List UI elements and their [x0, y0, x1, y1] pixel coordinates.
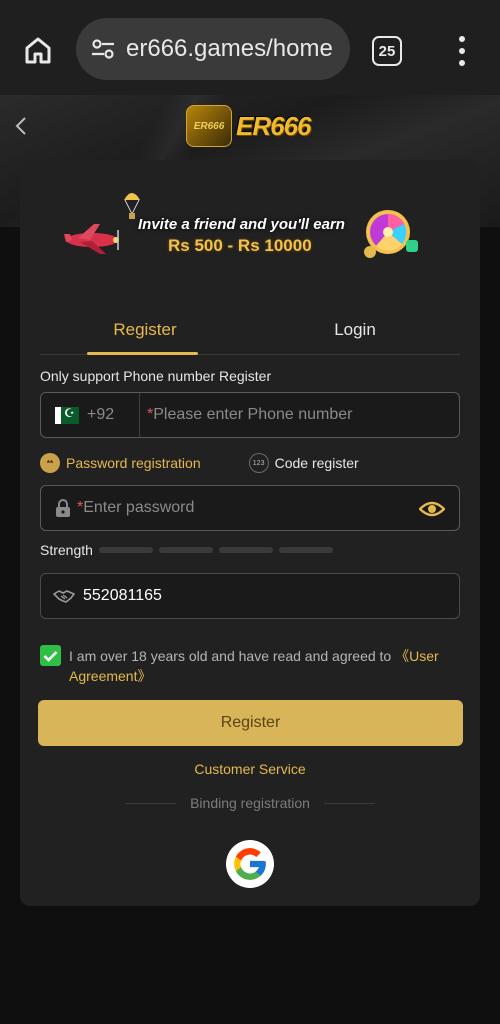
url-text[interactable]: er666.games/home: [126, 35, 333, 63]
password-input-placeholder[interactable]: Enter password: [83, 499, 194, 517]
site-settings-icon[interactable]: [90, 36, 116, 62]
agreement-text: I am over 18 years old and have read and…: [69, 646, 460, 686]
password-registration-option[interactable]: ** Password registration: [40, 453, 201, 473]
checkmark-icon: [43, 650, 58, 662]
strength-bar: [158, 547, 213, 553]
strength-bar: [278, 547, 333, 553]
logo-badge: ER666: [186, 105, 232, 147]
customer-service-link[interactable]: Customer Service: [20, 761, 480, 777]
banner-headline: Invite a friend and you'll earn: [138, 216, 345, 233]
strength-bar: [98, 547, 153, 553]
tab-login[interactable]: Login: [250, 305, 460, 354]
tab-register[interactable]: Register: [40, 305, 250, 355]
code-register-option[interactable]: 123 Code register: [248, 453, 359, 473]
agreement-statement: I am over 18 years old and have read and…: [69, 648, 396, 664]
divider-line: [323, 802, 376, 804]
field-divider: [139, 393, 140, 437]
password-dots-icon: **: [40, 453, 60, 473]
plane-icon: [64, 224, 119, 254]
handshake-icon: [53, 590, 75, 603]
registration-options: ** Password registration 123 Code regist…: [40, 451, 460, 475]
code-register-label: Code register: [274, 455, 359, 471]
more-menu-icon[interactable]: [452, 34, 472, 68]
browser-toolbar: er666.games/home 25: [0, 0, 500, 95]
tab-switcher-button[interactable]: 25: [372, 36, 402, 66]
pakistan-flag-icon[interactable]: [55, 406, 79, 424]
home-icon[interactable]: [20, 30, 56, 70]
password-registration-label: Password registration: [66, 455, 201, 471]
agreement-checkbox[interactable]: [40, 645, 61, 666]
password-strength: Strength: [40, 542, 339, 558]
phone-input-placeholder[interactable]: Please enter Phone number: [153, 406, 352, 424]
agreement-row: I am over 18 years old and have read and…: [40, 645, 460, 686]
strength-label: Strength: [40, 542, 93, 558]
banner-reward: Rs 500 - Rs 10000: [168, 236, 312, 255]
invite-code-value[interactable]: 552081165: [83, 587, 162, 605]
prize-wheel-icon: [364, 210, 418, 258]
back-arrow-icon[interactable]: [12, 115, 32, 137]
invite-code-field[interactable]: 552081165: [40, 573, 460, 619]
address-bar[interactable]: er666.games/home: [76, 18, 350, 80]
lock-icon: [56, 499, 70, 517]
password-field[interactable]: * Enter password: [40, 485, 460, 531]
phone-field[interactable]: +92 * Please enter Phone number: [40, 392, 460, 438]
invite-banner[interactable]: Invite a friend and you'll earn Rs 500 -…: [60, 190, 440, 270]
logo-wordmark: ER666: [236, 110, 311, 141]
binding-divider: Binding registration: [125, 795, 376, 811]
google-signin-button[interactable]: [226, 840, 274, 888]
divider-line: [125, 802, 177, 804]
binding-registration-label: Binding registration: [190, 795, 310, 811]
numbers-icon: 123: [248, 453, 269, 473]
auth-tabs: Register Login: [40, 305, 460, 355]
register-card: Invite a friend and you'll earn Rs 500 -…: [20, 160, 480, 906]
google-icon: [234, 848, 266, 880]
page-content: ER666 ER666 Invite a friend and you'll e…: [0, 95, 500, 1024]
register-hint: Only support Phone number Register: [40, 368, 272, 384]
eye-icon[interactable]: [419, 499, 445, 519]
site-logo[interactable]: ER666 ER666: [186, 105, 311, 147]
country-code[interactable]: +92: [87, 406, 127, 424]
register-button[interactable]: Register: [38, 700, 463, 746]
strength-bar: [218, 547, 273, 553]
